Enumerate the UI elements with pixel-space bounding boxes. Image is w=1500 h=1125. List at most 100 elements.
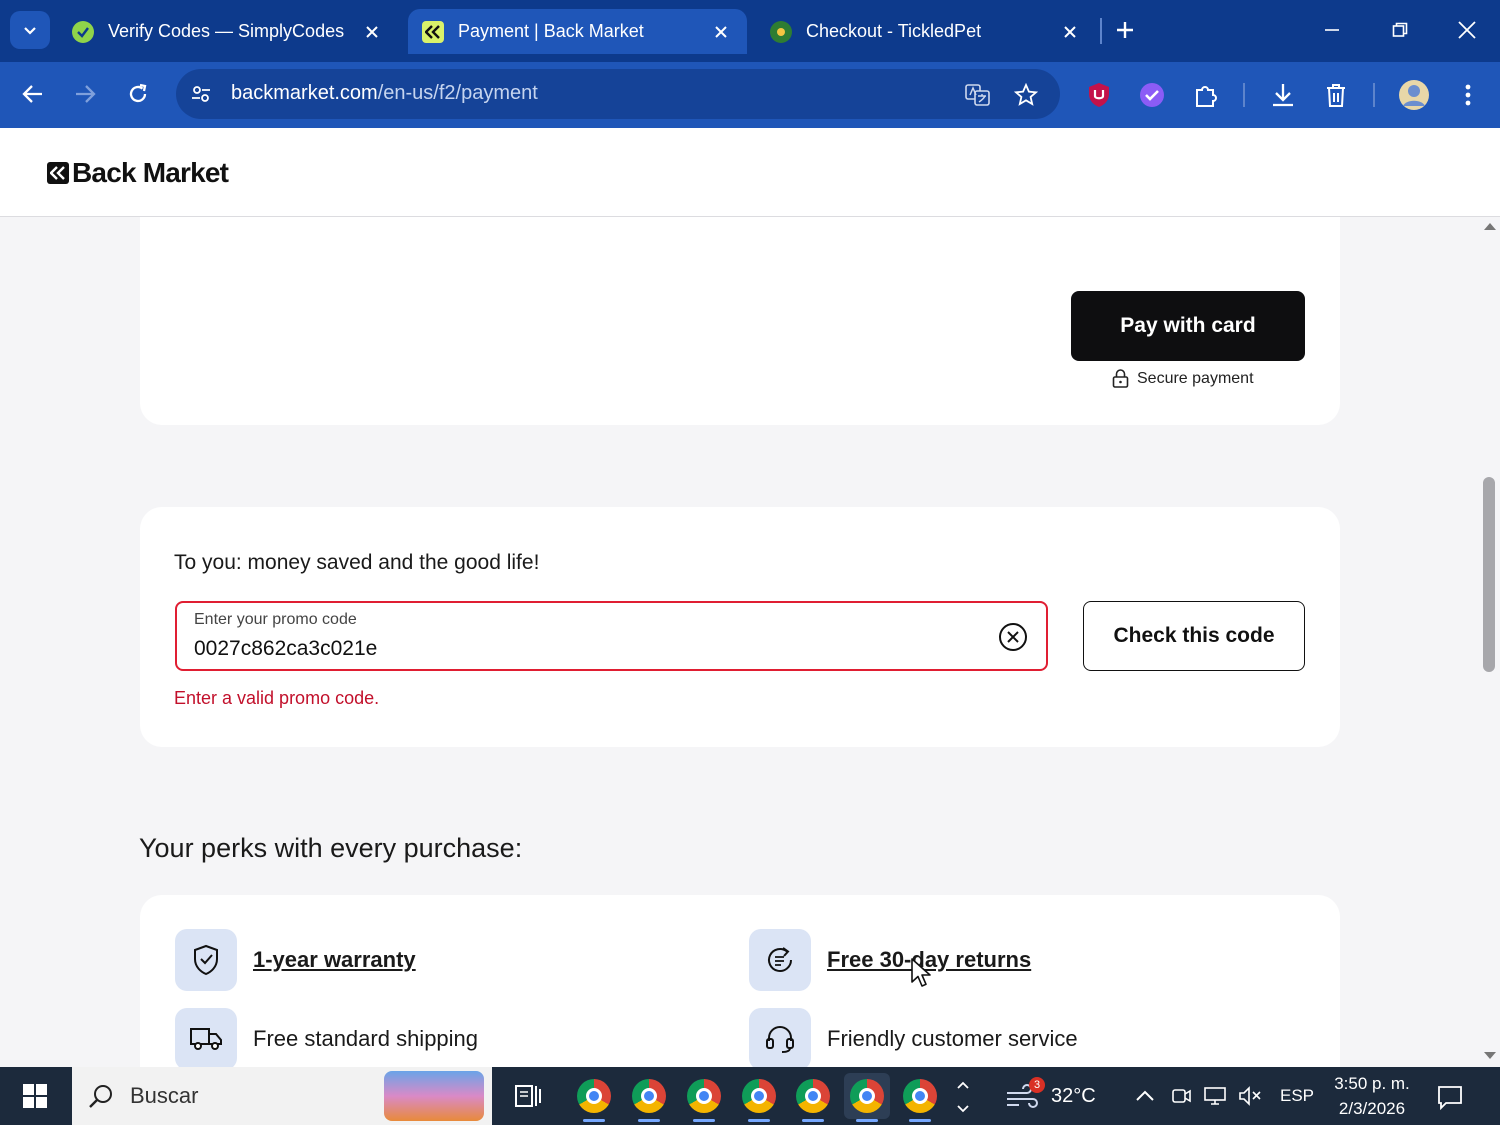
promo-error-message: Enter a valid promo code. bbox=[174, 688, 380, 708]
logo-text: Back Market bbox=[72, 157, 229, 188]
chrome-taskbar-app[interactable] bbox=[626, 1073, 672, 1122]
taskbar-clock[interactable]: 3:50 p. m. 2/3/2026 bbox=[1326, 1071, 1418, 1121]
weather-widget[interactable]: 3 32°C bbox=[1005, 1067, 1096, 1125]
perks-card: 1-year warranty Free 30-day returns Free… bbox=[140, 895, 1340, 1067]
scroll-up-arrow-icon[interactable] bbox=[1484, 223, 1496, 230]
bookmark-star-icon[interactable] bbox=[1012, 81, 1040, 109]
perks-title: Your perks with every purchase: bbox=[139, 833, 523, 863]
chevron-down-icon bbox=[24, 27, 36, 35]
backmarket-icon bbox=[422, 20, 444, 43]
scroll-down-arrow-icon[interactable] bbox=[1484, 1052, 1496, 1059]
task-view-button[interactable] bbox=[505, 1073, 551, 1119]
trash-icon[interactable] bbox=[1320, 79, 1352, 111]
close-window-button[interactable] bbox=[1447, 10, 1487, 50]
perk-label[interactable]: 1-year warranty bbox=[253, 947, 416, 973]
chrome-icon bbox=[577, 1079, 611, 1113]
promo-code-field[interactable]: Enter your promo code bbox=[175, 601, 1048, 671]
site-info-icon[interactable] bbox=[188, 81, 214, 107]
chrome-taskbar-app[interactable] bbox=[681, 1073, 727, 1122]
close-tab-icon[interactable] bbox=[1058, 20, 1082, 44]
perk-warranty[interactable]: 1-year warranty bbox=[175, 929, 416, 991]
translate-icon[interactable] bbox=[964, 81, 992, 109]
reload-button[interactable] bbox=[118, 74, 158, 114]
promo-field-label: Enter your promo code bbox=[194, 611, 357, 628]
browser-tab-bar: Verify Codes — SimplyCodes Payment | Bac… bbox=[0, 0, 1500, 62]
close-tab-icon[interactable] bbox=[709, 20, 733, 44]
chrome-taskbar-app[interactable] bbox=[736, 1073, 782, 1122]
payment-card: Pay with card Secure payment bbox=[140, 217, 1340, 425]
start-button[interactable] bbox=[0, 1067, 70, 1125]
ublock-extension-icon[interactable] bbox=[1083, 79, 1115, 111]
arrow-left-icon bbox=[22, 85, 42, 103]
simplycodes-icon bbox=[72, 20, 94, 43]
plus-icon bbox=[1117, 22, 1133, 38]
new-tab-button[interactable] bbox=[1105, 10, 1145, 50]
promo-title: To you: money saved and the good life! bbox=[174, 551, 540, 574]
volume-muted-icon[interactable] bbox=[1238, 1067, 1262, 1125]
search-highlight-image bbox=[384, 1071, 484, 1121]
perk-returns[interactable]: Free 30-day returns bbox=[749, 929, 1031, 991]
restore-button[interactable] bbox=[1380, 10, 1420, 50]
taskbar-search[interactable]: Buscar bbox=[72, 1067, 492, 1125]
page-content: Pay with card Secure payment To you: mon… bbox=[0, 217, 1480, 1067]
mouse-cursor-icon bbox=[910, 957, 932, 994]
temperature-label: 32°C bbox=[1051, 1084, 1096, 1107]
taskbar-search-placeholder: Buscar bbox=[130, 1083, 199, 1108]
toolbar-separator bbox=[1243, 83, 1245, 107]
pay-with-card-button[interactable]: Pay with card bbox=[1071, 291, 1305, 361]
scroll-thumb[interactable] bbox=[1483, 477, 1495, 672]
chevron-up-icon bbox=[1136, 1090, 1154, 1101]
chrome-icon bbox=[796, 1079, 830, 1113]
backmarket-logo[interactable]: Back Market bbox=[47, 157, 229, 189]
chrome-menu-icon[interactable] bbox=[1452, 79, 1484, 111]
clear-input-icon[interactable] bbox=[998, 622, 1028, 652]
chevron-up-down-icon bbox=[957, 1081, 969, 1113]
chrome-taskbar-app[interactable] bbox=[571, 1073, 617, 1122]
close-tab-icon[interactable] bbox=[360, 20, 384, 44]
tab-backmarket[interactable]: Payment | Back Market bbox=[408, 9, 747, 54]
profile-avatar-icon[interactable] bbox=[1398, 79, 1430, 111]
lock-icon bbox=[1112, 369, 1129, 388]
shield-check-icon bbox=[175, 929, 237, 991]
forward-button[interactable] bbox=[65, 74, 105, 114]
return-arrow-icon bbox=[749, 929, 811, 991]
check-code-button[interactable]: Check this code bbox=[1083, 601, 1305, 671]
windows-taskbar: Buscar 3 32°C ESP 3:50 p. m. 2/3/2026 bbox=[0, 1067, 1500, 1125]
restore-icon bbox=[1392, 22, 1408, 37]
wind-icon: 3 bbox=[1005, 1077, 1045, 1109]
meet-icon[interactable] bbox=[1170, 1067, 1192, 1125]
clock-time: 3:50 p. m. bbox=[1334, 1074, 1410, 1093]
tray-overflow-button[interactable] bbox=[1134, 1067, 1156, 1125]
tab-tickledpet[interactable]: Checkout - TickledPet bbox=[756, 9, 1096, 54]
chrome-icon bbox=[850, 1079, 884, 1113]
minimize-button[interactable] bbox=[1312, 10, 1352, 50]
chrome-taskbar-app[interactable] bbox=[897, 1073, 943, 1122]
tab-simplycodes[interactable]: Verify Codes — SimplyCodes bbox=[58, 9, 398, 54]
extensions-puzzle-icon[interactable] bbox=[1190, 79, 1222, 111]
back-button[interactable] bbox=[13, 74, 53, 114]
taskbar-overflow-button[interactable] bbox=[948, 1073, 978, 1119]
download-icon[interactable] bbox=[1267, 79, 1299, 111]
chrome-icon bbox=[687, 1079, 721, 1113]
promo-code-input[interactable] bbox=[194, 635, 974, 663]
headset-icon bbox=[749, 1008, 811, 1067]
perk-shipping: Free standard shipping bbox=[175, 1008, 478, 1067]
network-icon[interactable] bbox=[1203, 1067, 1229, 1125]
chrome-taskbar-app[interactable] bbox=[790, 1073, 836, 1122]
tab-search-button[interactable] bbox=[10, 11, 50, 49]
address-bar[interactable]: backmarket.com/en-us/f2/payment bbox=[176, 69, 1060, 119]
tab-title: Payment | Back Market bbox=[458, 21, 644, 41]
chrome-taskbar-app-active[interactable] bbox=[844, 1073, 890, 1122]
language-label: ESP bbox=[1280, 1086, 1315, 1105]
truck-icon bbox=[175, 1008, 237, 1067]
arrow-right-icon bbox=[76, 85, 96, 103]
site-header: Back Market bbox=[0, 128, 1500, 217]
chrome-icon bbox=[632, 1079, 666, 1113]
url-text: backmarket.com/en-us/f2/payment bbox=[231, 82, 538, 105]
language-indicator[interactable]: ESP bbox=[1280, 1067, 1314, 1125]
notification-center-icon[interactable] bbox=[1432, 1079, 1468, 1115]
search-icon bbox=[88, 1083, 114, 1109]
page-scrollbar[interactable] bbox=[1480, 217, 1500, 1067]
perk-customer-service: Friendly customer service bbox=[749, 1008, 1078, 1067]
simplycodes-extension-icon[interactable] bbox=[1136, 79, 1168, 111]
